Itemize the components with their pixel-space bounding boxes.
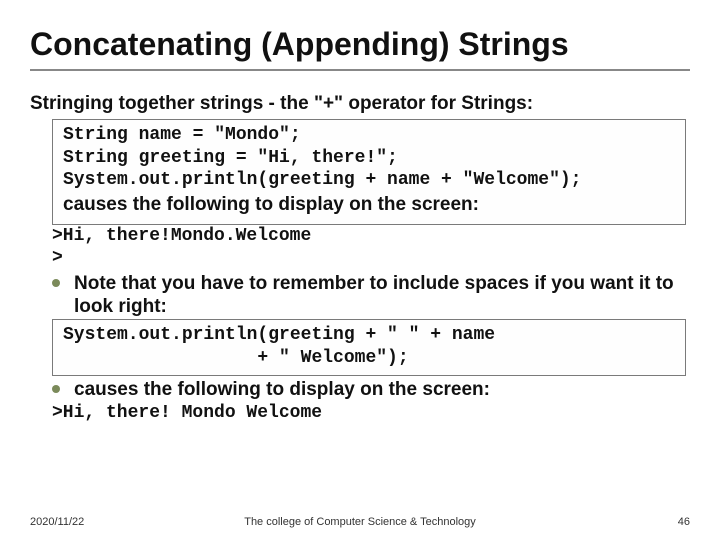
code-block-1: String name = "Mondo"; String greeting =… xyxy=(52,119,686,225)
output-line: >Hi, there! Mondo Welcome xyxy=(52,402,690,425)
bullet-text: Note that you have to remember to includ… xyxy=(74,272,690,320)
bullet-text: causes the following to display on the s… xyxy=(74,378,490,402)
code-line: + " Welcome"); xyxy=(63,347,675,370)
code-line: System.out.println(greeting + " " + name xyxy=(63,324,675,347)
bullet-icon xyxy=(52,385,60,393)
code-block-2: System.out.println(greeting + " " + name… xyxy=(52,319,686,376)
output-line: > xyxy=(52,247,690,270)
slide-title: Concatenating (Appending) Strings xyxy=(30,26,690,71)
footer-center: The college of Computer Science & Techno… xyxy=(30,516,690,528)
code-line: String greeting = "Hi, there!"; xyxy=(63,147,675,170)
code-line: System.out.println(greeting + name + "We… xyxy=(63,169,675,192)
code-line: String name = "Mondo"; xyxy=(63,124,675,147)
section-subtitle: Stringing together strings - the "+" ope… xyxy=(30,93,690,115)
bullet-icon xyxy=(52,279,60,287)
bullet-item: causes the following to display on the s… xyxy=(52,378,690,402)
output-line: >Hi, there!Mondo.Welcome xyxy=(52,225,690,248)
bullet-item: Note that you have to remember to includ… xyxy=(52,272,690,320)
caption-text: causes the following to display on the s… xyxy=(63,194,675,216)
slide-footer: 2020/11/22 The college of Computer Scien… xyxy=(30,516,690,528)
